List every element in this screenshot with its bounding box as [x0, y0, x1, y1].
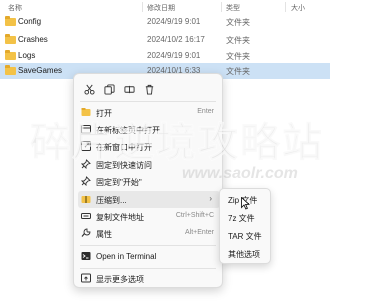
file-type: 文件夹	[226, 52, 250, 61]
pin-icon	[80, 176, 91, 187]
column-size[interactable]: 大小	[291, 3, 305, 13]
file-name: Logs	[18, 51, 36, 60]
cursor-icon	[241, 197, 250, 210]
submenu-item-tar[interactable]: TAR 文件	[224, 227, 268, 244]
file-name: Crashes	[18, 35, 48, 44]
menu-item-open[interactable]: 打开 Enter	[74, 104, 224, 121]
copy-path-icon	[81, 211, 91, 221]
menu-item-open-new-tab[interactable]: 在新标签页中打开	[74, 121, 224, 138]
menu-item-copy-path[interactable]: 复制文件地址 Ctrl+Shift+C	[74, 208, 224, 225]
column-divider[interactable]	[285, 2, 286, 12]
new-window-icon	[81, 141, 91, 151]
pin-icon	[80, 159, 91, 170]
folder-icon	[5, 16, 16, 26]
folder-icon	[5, 50, 16, 60]
submenu-item-other[interactable]: 其他选项	[224, 245, 268, 262]
menu-item-pin-start[interactable]: 固定到"开始"	[74, 173, 224, 190]
cut-icon[interactable]	[82, 82, 96, 96]
column-type[interactable]: 类型	[226, 3, 240, 13]
delete-icon[interactable]	[142, 82, 156, 96]
folder-icon	[5, 34, 16, 44]
file-row-config[interactable]: Config 2024/9/19 9:01 文件夹	[0, 14, 330, 30]
file-row-crashes[interactable]: Crashes 2024/10/2 16:17 文件夹	[0, 32, 330, 48]
folder-icon	[5, 65, 16, 75]
column-modified[interactable]: 修改日期	[147, 3, 175, 13]
menu-item-more-options[interactable]: 显示更多选项	[74, 270, 224, 287]
menu-item-open-new-window[interactable]: 在新窗口中打开	[74, 138, 224, 155]
properties-icon	[81, 228, 91, 238]
new-tab-icon	[81, 124, 91, 134]
file-type: 文件夹	[226, 36, 250, 45]
column-header: 名称 修改日期 类型 大小	[0, 0, 383, 14]
column-name[interactable]: 名称	[8, 3, 22, 13]
menu-item-properties[interactable]: 属性 Alt+Enter	[74, 225, 224, 242]
column-divider[interactable]	[142, 2, 143, 12]
file-name: SaveGames	[18, 66, 63, 75]
rename-icon[interactable]	[122, 82, 136, 96]
menu-separator	[80, 268, 216, 269]
menu-separator	[80, 101, 216, 102]
zip-folder-icon	[81, 194, 91, 204]
menu-item-pin-quick-access[interactable]: 固定到快速访问	[74, 156, 224, 173]
copy-icon[interactable]	[102, 82, 116, 96]
chevron-right-icon: ›	[209, 194, 212, 203]
open-icon	[81, 107, 91, 117]
file-row-logs[interactable]: Logs 2024/9/19 9:01 文件夹	[0, 48, 330, 64]
terminal-icon	[81, 251, 91, 261]
submenu-item-7z[interactable]: 7z 文件	[224, 209, 268, 226]
file-name: Config	[18, 17, 42, 26]
file-date: 2024/9/19 9:01	[147, 17, 201, 26]
file-date: 2024/10/2 16:17	[147, 35, 205, 44]
menu-separator	[80, 245, 216, 246]
context-menu: 打开 Enter 在新标签页中打开 在新窗口中打开 固定到快速访问 固定到"开始…	[73, 73, 223, 288]
file-date: 2024/9/19 9:01	[147, 51, 201, 60]
menu-item-compress[interactable]: 压缩到... ›	[78, 191, 220, 208]
file-type: 文件夹	[226, 67, 250, 76]
column-divider[interactable]	[221, 2, 222, 12]
file-type: 文件夹	[226, 18, 250, 27]
menu-item-terminal[interactable]: Open in Terminal	[74, 248, 224, 265]
more-options-icon	[81, 273, 91, 283]
